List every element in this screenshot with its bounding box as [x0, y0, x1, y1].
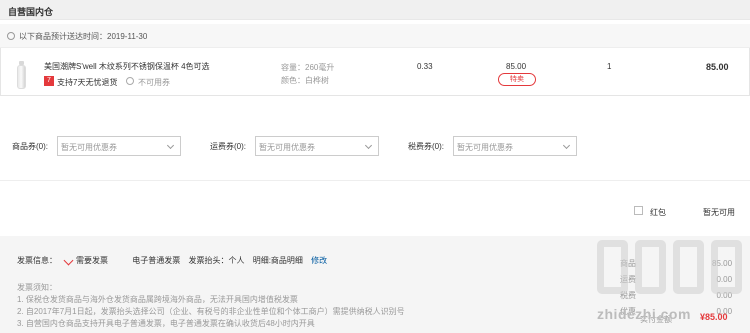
delivery-time: 以下商品预计送达时间：2019-11-30 — [19, 32, 148, 41]
product-thumbnail[interactable] — [17, 61, 26, 89]
watermark-logo — [597, 240, 747, 302]
invoice-notes-title: 发票须知： — [17, 283, 57, 292]
delivery-bar: 以下商品预计送达时间：2019-11-30 — [0, 24, 750, 48]
product-name[interactable]: 美国潮牌S'well 木纹系列不锈钢保温杯 4色可选 — [44, 61, 210, 72]
check-icon[interactable] — [63, 255, 74, 266]
return-support: 支持7天无忧退货 — [57, 78, 118, 87]
shipping-coupon-select[interactable]: 暂无可用优惠券 — [255, 136, 379, 156]
radio-icon — [7, 32, 15, 40]
item-price: 85.00 — [506, 62, 527, 71]
invoice-detail: 明细:商品明细 — [252, 256, 303, 265]
item-quantity: 1 — [607, 62, 612, 71]
invoice-title: 发票抬头：个人 — [188, 256, 245, 265]
coupon-placeholder: 暂无可用优惠券 — [457, 143, 513, 152]
invoice-label: 发票信息： — [17, 256, 57, 265]
watermark-text: zhidezhi.com — [597, 306, 691, 322]
coupon-status: 不可用券 — [138, 78, 170, 87]
coupon-label: 税费券(0): — [408, 142, 444, 151]
invoice-row: 发票信息： 需要发票 电子普通发票 发票抬头：个人 明细:商品明细 修改 — [17, 255, 333, 266]
redbag-value: 暂无可用 — [703, 208, 735, 217]
special-sale-tag: 特卖 — [498, 73, 536, 86]
chevron-down-icon — [166, 141, 175, 150]
section-title: 自营国内仓 — [0, 0, 750, 20]
clock-icon — [126, 77, 134, 85]
return-badge-icon: 7 — [44, 76, 54, 86]
invoice-note: 2. 自2017年7月1日起，发票抬头选择公司（企业、有税号的非企业性单位和个体… — [17, 307, 405, 316]
pay-total: ¥85.00 — [700, 312, 728, 322]
invoice-note: 3. 自营国内仓商品支持开具电子普通发票，电子普通发票在确认收货后48小时内开具 — [17, 319, 315, 328]
coupon-placeholder: 暂无可用优惠券 — [61, 143, 117, 152]
divider — [0, 180, 750, 181]
item-weight: 0.33 — [417, 62, 433, 71]
coupon-placeholder: 暂无可用优惠券 — [259, 143, 315, 152]
spec-color: 颜色：白桦树 — [281, 76, 329, 85]
spec-capacity: 容量：260毫升 — [281, 63, 335, 72]
item-subtotal: 85.00 — [706, 62, 729, 72]
coupon-label: 商品券(0): — [12, 142, 48, 151]
invoice-note: 1. 保税仓发货商品与海外仓发货商品属跨境海外商品，无法开具国内增值税发票 — [17, 295, 298, 304]
coupon-label: 运费券(0): — [210, 142, 246, 151]
edit-invoice-link[interactable]: 修改 — [311, 256, 327, 265]
redbag-label: 红包 — [650, 208, 666, 217]
chevron-down-icon — [364, 141, 373, 150]
invoice-type: 电子普通发票 — [132, 256, 181, 265]
redbag-checkbox[interactable] — [634, 206, 643, 215]
tax-coupon-select[interactable]: 暂无可用优惠券 — [453, 136, 577, 156]
product-coupon-select[interactable]: 暂无可用优惠券 — [57, 136, 181, 156]
chevron-down-icon — [562, 141, 571, 150]
need-invoice: 需要发票 — [76, 256, 108, 265]
